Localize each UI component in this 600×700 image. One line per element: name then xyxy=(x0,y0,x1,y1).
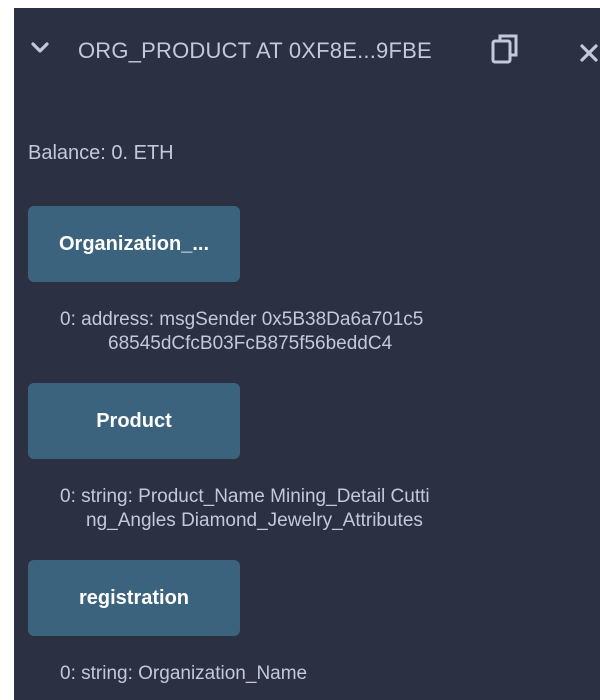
contract-title[interactable]: ORG_PRODUCT AT 0XF8E...9FBE xyxy=(78,38,432,64)
product-function-button[interactable]: Product xyxy=(28,383,240,459)
product-output: 0: string: Product_Name Mining_Detail Cu… xyxy=(60,485,560,533)
close-icon[interactable] xyxy=(579,43,599,63)
contract-panel: ORG_PRODUCT AT 0XF8E...9FBE Balance: 0. … xyxy=(0,0,600,700)
chevron-down-icon[interactable] xyxy=(30,38,50,58)
organization-function-button[interactable]: Organization_... xyxy=(28,206,240,282)
contract-header: ORG_PRODUCT AT 0XF8E...9FBE xyxy=(14,8,600,98)
registration-output: 0: string: Organization_Name xyxy=(60,662,560,686)
balance-text: Balance: 0. ETH xyxy=(28,142,174,164)
organization-function-label: Organization_... xyxy=(58,232,210,255)
registration-function-button[interactable]: registration xyxy=(28,560,240,636)
top-edge xyxy=(0,0,600,8)
product-function-label: Product xyxy=(96,409,172,432)
left-edge xyxy=(0,0,14,700)
registration-function-label: registration xyxy=(78,586,190,609)
organization-output: 0: address: msgSender 0x5B38Da6a701c5 68… xyxy=(60,308,560,356)
product-output-line1: 0: string: Product_Name Mining_Detail Cu… xyxy=(60,486,430,507)
copy-icon[interactable] xyxy=(490,32,520,66)
organization-output-line1: 0: address: msgSender 0x5B38Da6a701c5 xyxy=(60,309,424,330)
organization-output-line2: 68545dCfcB03FcB875f56beddC4 xyxy=(108,333,393,354)
product-output-line2: ng_Angles Diamond_Jewelry_Attributes xyxy=(86,510,423,531)
registration-output-line1: 0: string: Organization_Name xyxy=(60,663,308,684)
